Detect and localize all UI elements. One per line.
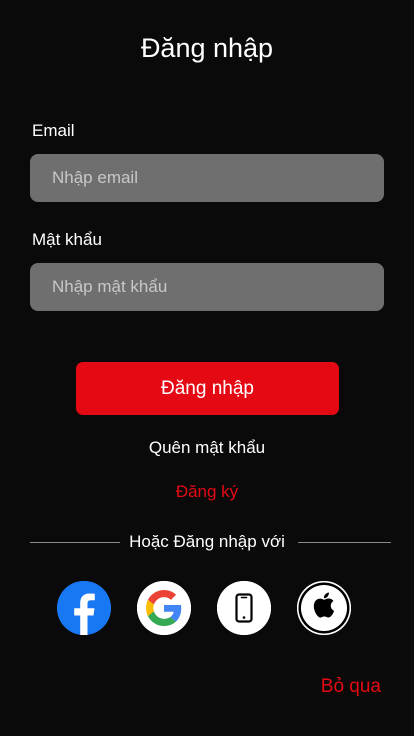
facebook-icon [57,581,111,635]
email-field[interactable] [30,154,384,202]
forgot-password-link[interactable]: Quên mật khẩu [0,437,414,459]
facebook-login-button[interactable] [57,581,111,635]
login-button[interactable]: Đăng nhập [76,362,339,415]
register-link[interactable]: Đăng ký [0,481,414,503]
page-title: Đăng nhập [140,33,274,63]
divider-right [298,542,391,543]
skip-link[interactable]: Bỏ qua [321,675,381,699]
password-label: Mật khẩu [32,230,102,249]
phone-login-button[interactable] [217,581,271,635]
phone-icon [217,581,271,635]
password-field[interactable] [30,263,384,311]
google-icon [137,581,191,635]
email-label: Email [32,121,75,140]
apple-icon [297,581,351,635]
google-login-button[interactable] [137,581,191,635]
apple-login-button[interactable] [297,581,351,635]
